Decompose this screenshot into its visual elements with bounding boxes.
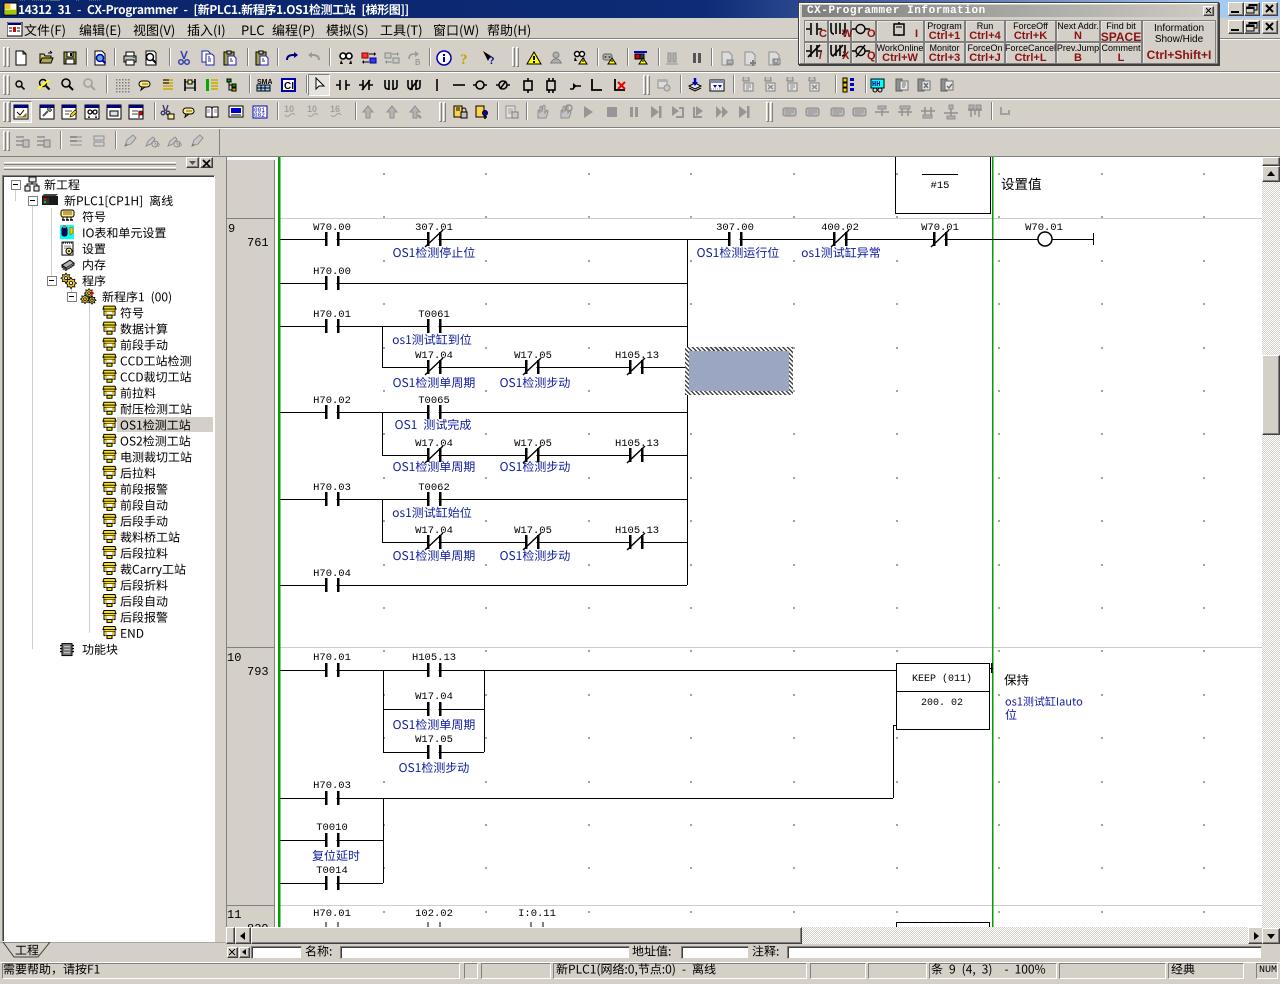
svg-text:793: 793 (247, 665, 269, 679)
svg-text:W17.05: W17.05 (415, 734, 453, 746)
svg-text:T0061: T0061 (418, 309, 450, 321)
svg-text:10: 10 (307, 104, 317, 114)
svg-text:T0014: T0014 (316, 865, 348, 877)
svg-text:H105.13: H105.13 (615, 350, 659, 362)
svg-text:T0010: T0010 (316, 822, 348, 834)
svg-text:#15: #15 (931, 180, 950, 192)
svg-text:W17.04: W17.04 (415, 691, 453, 703)
svg-text:W70.00: W70.00 (313, 222, 351, 234)
svg-text:B: B (415, 58, 420, 66)
svg-text:H70.01: H70.01 (313, 652, 351, 664)
svg-text:H70.00: H70.00 (313, 266, 351, 278)
svg-text:307.01: 307.01 (415, 222, 453, 234)
svg-text:W70.01: W70.01 (921, 222, 959, 234)
svg-text:200. 02: 200. 02 (921, 698, 963, 709)
svg-text:?: ? (489, 55, 495, 66)
svg-text:W17.04: W17.04 (415, 438, 453, 450)
svg-text:?: ? (460, 52, 468, 66)
svg-text:761: 761 (247, 236, 269, 250)
svg-text:T0065: T0065 (418, 395, 450, 407)
svg-text:10: 10 (284, 104, 294, 114)
svg-text:10: 10 (227, 651, 241, 665)
svg-text:H70.01: H70.01 (313, 309, 351, 321)
svg-text:H70.01: H70.01 (313, 908, 351, 920)
svg-text:CI: CI (284, 81, 294, 92)
svg-text:H70.04: H70.04 (313, 568, 351, 580)
svg-text:W70.01: W70.01 (1025, 222, 1063, 234)
svg-text:W17.05: W17.05 (514, 438, 552, 450)
svg-text:W17.04: W17.04 (415, 350, 453, 362)
svg-text:16: 16 (330, 104, 340, 114)
svg-text:H70.02: H70.02 (313, 395, 351, 407)
svg-text:307.00: 307.00 (716, 222, 754, 234)
svg-text:I:0.11: I:0.11 (518, 908, 556, 920)
svg-text:H105.13: H105.13 (615, 438, 659, 450)
svg-text:002: 002 (254, 112, 265, 119)
svg-text:H70.03: H70.03 (313, 482, 351, 494)
svg-text:9: 9 (228, 222, 235, 236)
svg-text:H105.13: H105.13 (412, 652, 456, 664)
svg-text:H70.03: H70.03 (313, 780, 351, 792)
svg-text:W17.04: W17.04 (415, 525, 453, 537)
svg-text:KEEP (011): KEEP (011) (912, 673, 972, 685)
svg-text:11: 11 (227, 908, 241, 922)
svg-text:W17.05: W17.05 (514, 525, 552, 537)
svg-text:H105.13: H105.13 (615, 525, 659, 537)
svg-text:102.02: 102.02 (415, 908, 453, 920)
svg-text:T0062: T0062 (418, 482, 450, 494)
svg-text:400.02: 400.02 (821, 222, 859, 234)
svg-text:W17.05: W17.05 (514, 350, 552, 362)
